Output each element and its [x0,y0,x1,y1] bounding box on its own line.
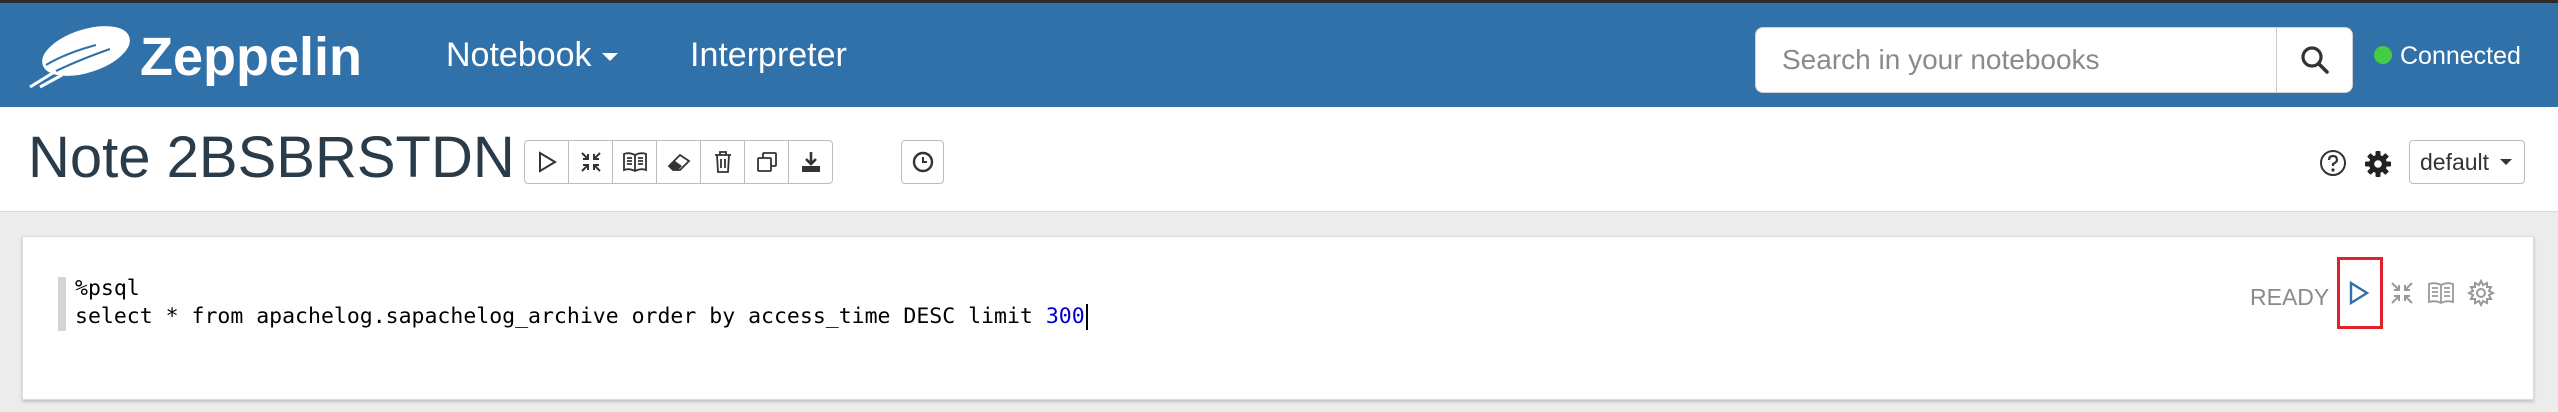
schedule-button[interactable] [901,140,944,184]
notebook-menu[interactable]: Notebook [446,33,618,77]
hide-output-button[interactable] [612,140,657,184]
paragraph-status: READY [2250,284,2330,310]
delete-note-button[interactable] [700,140,745,184]
gear-icon[interactable] [2363,149,2393,179]
note-title[interactable]: Note 2BSBRSTDN [28,123,515,193]
chevron-down-icon [2500,159,2512,165]
top-navbar: Zeppelin Notebook Interpreter Connected [0,0,2558,107]
run-all-icon [538,151,557,173]
brand-name[interactable]: Zeppelin [140,29,362,85]
question-circle-icon[interactable] [2319,149,2347,177]
note-header: Note 2BSBRSTDN default [0,107,2558,212]
dropdown-label: default [2420,149,2490,175]
trash-icon [714,151,731,173]
zeppelin-logo-icon[interactable] [26,21,136,91]
code-editor[interactable]: %psql select * from apachelog.sapachelog_… [75,275,1088,331]
connection-status-label: Connected [2400,42,2521,70]
editor-gutter [58,277,66,331]
download-icon [801,152,820,172]
hide-code-icon [580,152,601,172]
code-line-1: %psql [75,276,140,301]
clear-output-button[interactable] [656,140,701,184]
hide-code-button[interactable] [568,140,613,184]
status-dot-icon [2374,46,2392,65]
settings-icon[interactable] [2467,279,2495,307]
search-button[interactable] [2276,28,2353,92]
book-icon [622,152,647,173]
chevron-down-icon [601,53,618,62]
interpreter-link[interactable]: Interpreter [690,33,847,77]
note-toolbar [524,140,833,184]
code-line-2-number: 300 [1045,304,1085,329]
search-input[interactable] [1756,28,2276,92]
code-line-2-text: select * from apachelog.sapachelog_archi… [75,304,1046,329]
search-icon [2301,46,2329,74]
clone-icon [756,152,777,172]
book-icon[interactable] [2427,279,2455,307]
clone-note-button[interactable] [744,140,789,184]
clock-icon [912,151,933,173]
eraser-icon [667,153,690,171]
connection-status: Connected [2374,39,2521,73]
paragraph-cell: %psql select * from apachelog.sapachelog_… [22,236,2534,400]
search-form [1755,27,2353,93]
run-all-button[interactable] [524,140,569,184]
hide-code-icon[interactable] [2388,279,2416,307]
export-note-button[interactable] [788,140,833,184]
interpreter-binding-dropdown[interactable]: default [2409,140,2525,184]
run-icon[interactable] [2346,279,2372,307]
code-line-2: select * from apachelog.sapachelog_archi… [75,303,1088,331]
notebook-menu-label: Notebook [446,36,592,74]
text-cursor [1085,304,1088,330]
